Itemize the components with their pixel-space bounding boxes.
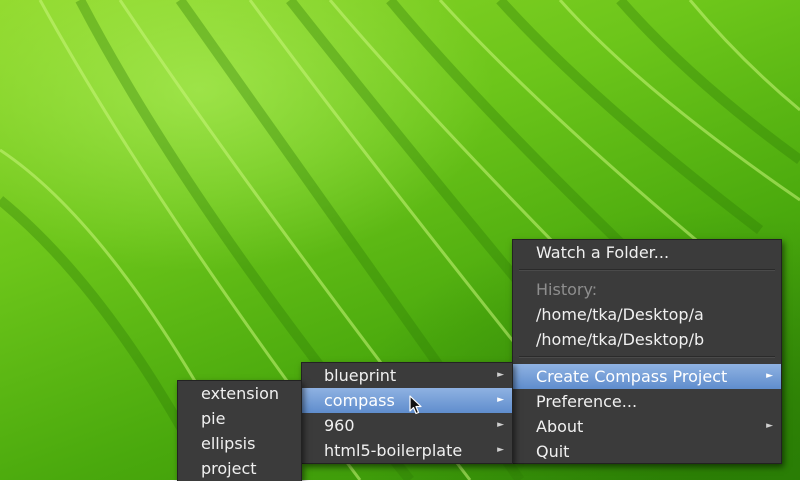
create-compass-project-item[interactable]: Create Compass Project ► (513, 364, 781, 389)
framework-label: 960 (324, 416, 355, 435)
submenu-arrow-icon: ► (497, 395, 504, 405)
create-compass-project-label: Create Compass Project (536, 367, 728, 386)
pattern-label: project (201, 459, 257, 478)
menu-separator (519, 269, 775, 271)
history-item-label: /home/tka/Desktop/b (536, 330, 705, 349)
history-item-label: /home/tka/Desktop/a (536, 305, 704, 324)
mouse-pointer-icon (409, 395, 422, 415)
history-label: History: (536, 280, 598, 299)
submenu-arrow-icon: ► (497, 420, 504, 430)
about-item[interactable]: About ► (513, 414, 781, 439)
pattern-label: extension (201, 384, 279, 403)
watch-folder-label: Watch a Folder... (536, 243, 670, 262)
quit-item[interactable]: Quit (513, 439, 781, 464)
framework-item-blueprint[interactable]: blueprint ► (302, 363, 512, 388)
preference-item[interactable]: Preference... (513, 389, 781, 414)
pattern-item-project[interactable]: project (178, 456, 301, 481)
submenu-arrow-icon: ► (766, 371, 773, 381)
quit-label: Quit (536, 442, 570, 461)
pattern-item-ellipsis[interactable]: ellipsis (178, 431, 301, 456)
framework-label: blueprint (324, 366, 397, 385)
submenu-arrow-icon: ► (497, 445, 504, 455)
preference-label: Preference... (536, 392, 638, 411)
framework-item-html5-boilerplate[interactable]: html5-boilerplate ► (302, 438, 512, 463)
history-item-b[interactable]: /home/tka/Desktop/b (513, 327, 781, 352)
history-item-a[interactable]: /home/tka/Desktop/a (513, 302, 781, 327)
pattern-item-extension[interactable]: extension (178, 381, 301, 406)
submenu-arrow-icon: ► (766, 421, 773, 431)
framework-item-960[interactable]: 960 ► (302, 413, 512, 438)
about-label: About (536, 417, 584, 436)
menu-separator (519, 356, 775, 358)
main-menu: Watch a Folder... History: /home/tka/Des… (512, 239, 782, 464)
history-header: History: (513, 277, 781, 302)
pattern-submenu: extension pie ellipsis project (177, 380, 302, 481)
framework-submenu: blueprint ► compass ► 960 ► html5-boiler… (301, 362, 513, 464)
framework-item-compass[interactable]: compass ► (302, 388, 512, 413)
watch-folder-item[interactable]: Watch a Folder... (513, 240, 781, 265)
pattern-label: pie (201, 409, 226, 428)
submenu-arrow-icon: ► (497, 370, 504, 380)
framework-label: compass (324, 391, 395, 410)
pattern-item-pie[interactable]: pie (178, 406, 301, 431)
pattern-label: ellipsis (201, 434, 256, 453)
framework-label: html5-boilerplate (324, 441, 463, 460)
